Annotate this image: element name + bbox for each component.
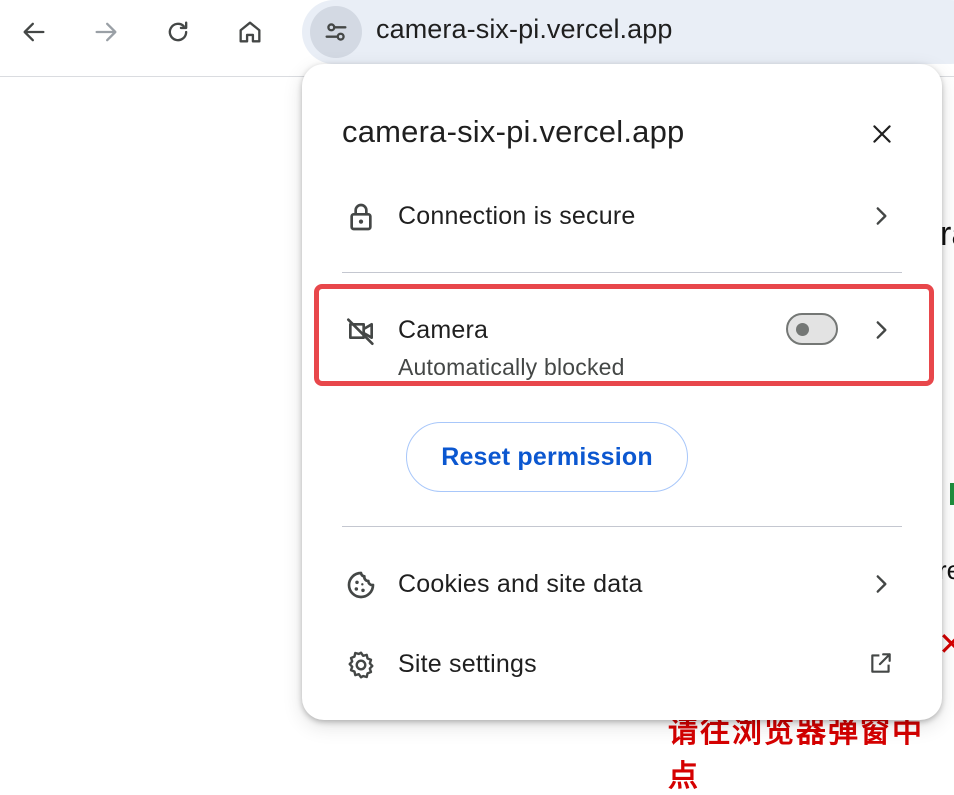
arrow-left-icon (23, 22, 45, 42)
cookie-icon (344, 568, 378, 602)
reload-button[interactable] (156, 10, 200, 54)
home-icon (239, 21, 261, 43)
highlight-box (314, 284, 934, 386)
popup-title: camera-six-pi.vercel.app (342, 114, 685, 149)
gear-icon (344, 648, 378, 682)
close-button[interactable] (862, 114, 902, 154)
reset-permission-button[interactable]: Reset permission (406, 422, 688, 492)
connection-label: Connection is secure (398, 202, 636, 230)
site-info-popup: camera-six-pi.vercel.app Connection is s… (302, 64, 942, 720)
home-button[interactable] (228, 10, 272, 54)
background-status-bar (950, 483, 954, 505)
arrow-right-icon (95, 22, 117, 42)
site-settings-label: Site settings (398, 650, 537, 678)
background-text-fragment: ra (940, 215, 954, 253)
forward-button[interactable] (84, 10, 128, 54)
reload-icon (168, 21, 188, 42)
back-button[interactable] (12, 10, 56, 54)
background-red-text: 请往浏览器弹窗中点 (668, 716, 924, 793)
lock-icon (344, 200, 378, 234)
cookies-label: Cookies and site data (398, 570, 643, 598)
open-in-new-icon (866, 648, 896, 678)
close-icon (873, 125, 891, 143)
site-info-button[interactable] (310, 6, 362, 58)
divider (342, 272, 902, 273)
divider (342, 526, 902, 527)
url-text[interactable]: camera-six-pi.vercel.app (376, 14, 673, 45)
tune-icon (325, 23, 347, 41)
chevron-right-icon (866, 201, 896, 231)
chevron-right-icon (866, 569, 896, 599)
